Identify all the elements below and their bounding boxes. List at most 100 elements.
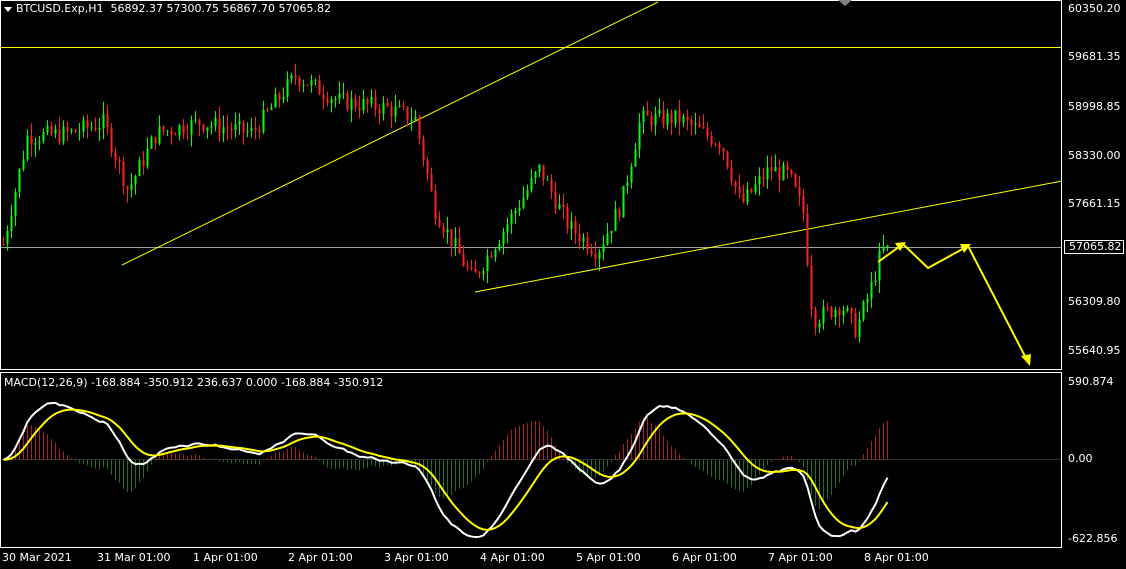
candle-body <box>34 143 37 145</box>
candle-body <box>822 306 825 324</box>
candle-body <box>406 106 409 121</box>
candle-body <box>630 166 633 183</box>
candle-body <box>726 151 729 168</box>
candle-body <box>434 190 437 220</box>
candle-body <box>806 213 809 266</box>
candle-body <box>58 129 61 142</box>
dropdown-triangle-icon[interactable] <box>4 6 12 12</box>
candle-body <box>638 122 641 150</box>
candle-body <box>518 207 521 211</box>
candle-body <box>382 102 385 114</box>
candle-body <box>118 160 121 162</box>
candle-body <box>410 120 413 122</box>
candle-body <box>562 204 565 208</box>
candle-body <box>886 245 889 247</box>
candle-body <box>346 93 349 110</box>
candle-body <box>318 79 321 95</box>
candle-body <box>610 230 613 234</box>
candle-body <box>62 126 65 142</box>
candle-body <box>458 238 461 254</box>
candle-body <box>402 105 405 107</box>
candle-body <box>642 110 645 123</box>
candle-body <box>414 116 417 121</box>
candle-body <box>218 117 221 134</box>
candle-body <box>10 216 13 231</box>
chart-canvas[interactable] <box>0 0 1126 569</box>
price-label: 56309.80 <box>1068 295 1121 308</box>
candle-body <box>142 160 145 166</box>
candle-body <box>50 125 53 134</box>
candle-body <box>326 98 329 103</box>
time-label: 4 Apr 01:00 <box>480 551 545 564</box>
candle-body <box>446 229 449 233</box>
candle-body <box>182 125 185 134</box>
candle-body <box>650 115 653 126</box>
ohlc-values: 56892.37 57300.75 56867.70 57065.82 <box>110 2 331 15</box>
candle-body <box>286 78 289 97</box>
candle-body <box>510 213 513 225</box>
candle-body <box>170 130 173 135</box>
candle-body <box>426 159 429 174</box>
candle-body <box>26 135 29 160</box>
candle-body <box>578 233 581 242</box>
price-label: 58330.00 <box>1068 149 1121 162</box>
candle-body <box>470 267 473 269</box>
candle-body <box>258 130 261 133</box>
macd-axis-label: 590.874 <box>1068 375 1114 388</box>
candle-body <box>134 176 137 185</box>
candle-body <box>222 127 225 134</box>
candle-body <box>646 110 649 116</box>
chart-header: BTCUSD.Exp,H1 56892.37 57300.75 56867.70… <box>4 3 331 15</box>
candle-body <box>786 164 789 171</box>
candle-body <box>734 181 737 187</box>
candle-body <box>774 167 777 172</box>
time-label: 1 Apr 01:00 <box>193 551 258 564</box>
candle-body <box>358 107 361 111</box>
candle-body <box>674 110 677 124</box>
candle-body <box>854 313 857 338</box>
candle-body <box>606 233 609 245</box>
candle-body <box>230 128 233 131</box>
candle-body <box>290 75 293 79</box>
candle-body <box>666 113 669 125</box>
candle-body <box>586 237 589 251</box>
candle-body <box>522 197 525 208</box>
candle-body <box>834 310 837 318</box>
candle-body <box>450 229 453 247</box>
time-label: 5 Apr 01:00 <box>576 551 641 564</box>
trading-chart-window[interactable]: BTCUSD.Exp,H1 56892.37 57300.75 56867.70… <box>0 0 1126 569</box>
price-label: 59681.35 <box>1068 50 1121 63</box>
candle-body <box>550 179 553 192</box>
candle-body <box>70 129 73 132</box>
candle-body <box>274 93 277 108</box>
macd-main-line <box>3 401 889 539</box>
forecast-path <box>877 242 1029 363</box>
ascending-trendline-1[interactable] <box>121 1 659 266</box>
candle-body <box>362 99 365 111</box>
candle-body <box>830 307 833 318</box>
candle-body <box>242 121 245 133</box>
candle-body <box>870 282 873 299</box>
candle-body <box>74 129 77 133</box>
candle-body <box>730 167 733 182</box>
candle-body <box>778 167 781 180</box>
candle-body <box>818 323 821 328</box>
symbol-label: BTCUSD.Exp,H1 <box>16 2 104 15</box>
candle-body <box>98 128 101 130</box>
candle-body <box>214 117 217 126</box>
time-label: 31 Mar 01:00 <box>97 551 171 564</box>
macd-axis-label: -622.856 <box>1068 532 1118 545</box>
chart-shift-marker[interactable] <box>838 0 852 6</box>
candle-body <box>294 75 297 78</box>
forecast-arrows[interactable] <box>877 242 1031 366</box>
candle-body <box>378 109 381 114</box>
candle-body <box>742 193 745 202</box>
candle-body <box>390 106 393 117</box>
candle-body <box>202 124 205 131</box>
candle-body <box>506 224 509 232</box>
candle-body <box>814 309 817 328</box>
candle-body <box>18 169 21 192</box>
candle-body <box>166 130 169 132</box>
candle-body <box>582 237 585 242</box>
candle-body <box>514 210 517 214</box>
